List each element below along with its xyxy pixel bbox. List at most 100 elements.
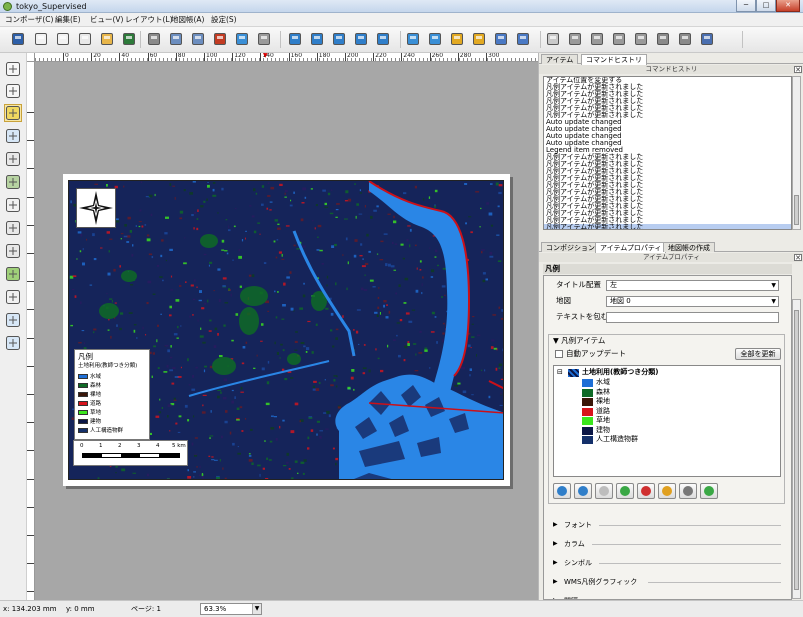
undo-icon[interactable]	[234, 31, 250, 47]
composer-canvas[interactable]: 凡例 土地利用(教師つき分類) 水域 森林 裸地 道路 草地 建物 人工構造物群 0 1 2…	[35, 62, 538, 600]
zoom-100-icon[interactable]	[309, 31, 325, 47]
tree-class-label[interactable]: 道路	[596, 407, 610, 416]
menu-view[interactable]: ビュー(V)	[89, 14, 124, 26]
north-arrow[interactable]	[76, 188, 116, 228]
add-html-icon[interactable]	[5, 335, 21, 351]
menu-edit[interactable]: 編集(E)	[54, 14, 82, 26]
add-image-icon[interactable]	[5, 174, 21, 190]
minimize-button[interactable]: ─	[736, 0, 756, 12]
collapsed-section[interactable]: ▶ フォント	[547, 519, 783, 531]
collapsed-section[interactable]: ▶ WMS凡例グラフィック	[547, 576, 783, 588]
tab-composition[interactable]: コンポジション	[541, 242, 600, 252]
pan-icon[interactable]	[5, 61, 21, 77]
add-label-icon[interactable]	[5, 197, 21, 213]
map-item[interactable]: 凡例 土地利用(教師つき分類) 水域 森林 裸地 道路 草地 建物 人工構造物群	[68, 180, 504, 480]
tree-class-label[interactable]: 人工構造物群	[596, 435, 638, 444]
raise-icon[interactable]	[493, 31, 509, 47]
atlas-print-icon[interactable]	[655, 31, 671, 47]
new-composer-icon[interactable]	[33, 31, 49, 47]
prev-feature-icon[interactable]	[589, 31, 605, 47]
add-item-icon[interactable]	[616, 483, 634, 499]
menu-composer[interactable]: コンポーザ(C)	[4, 14, 54, 26]
refresh-icon[interactable]	[375, 31, 391, 47]
unlock-icon[interactable]	[471, 31, 487, 47]
composer-manager-icon[interactable]	[77, 31, 93, 47]
properties-scrollbar[interactable]	[792, 299, 801, 599]
add-legend-icon[interactable]	[5, 220, 21, 236]
collapsed-section[interactable]: ▶ カラム	[547, 538, 783, 550]
select-move-icon[interactable]	[4, 104, 22, 122]
group-icon[interactable]	[405, 31, 421, 47]
vertical-ruler[interactable]	[27, 62, 35, 600]
duplicate-composer-icon[interactable]	[55, 31, 71, 47]
zoom-in-icon[interactable]	[331, 31, 347, 47]
map-legend[interactable]: 凡例 土地利用(教師つき分類) 水域 森林 裸地 道路 草地 建物 人工構造物群	[74, 349, 150, 440]
auto-update-checkbox[interactable]	[555, 350, 563, 358]
history-scrollbar[interactable]	[792, 76, 801, 230]
tab-atlas-generation[interactable]: 地図帳の作成	[663, 242, 715, 252]
tree-class-label[interactable]: 森林	[596, 388, 610, 397]
close-button[interactable]: ✕	[776, 0, 800, 12]
remove-item-icon[interactable]	[637, 483, 655, 499]
composer-page[interactable]: 凡例 土地利用(教師つき分類) 水域 森林 裸地 道路 草地 建物 人工構造物群 0 1 2…	[63, 174, 510, 486]
tree-class-label[interactable]: 水域	[596, 378, 610, 387]
tree-class-label[interactable]: 草地	[596, 416, 610, 425]
first-feature-icon[interactable]	[567, 31, 583, 47]
horizontal-ruler[interactable]: 0 20 40 60 80 100 120 140 160 180 200 220 240 260 280 3…	[35, 53, 538, 62]
add-scalebar-icon[interactable]	[5, 243, 21, 259]
atlas-preview-icon[interactable]	[545, 31, 561, 47]
close-history-icon[interactable]: ✕	[794, 66, 802, 74]
zoom-out-icon[interactable]	[353, 31, 369, 47]
export-svg-icon[interactable]	[190, 31, 206, 47]
filter-icon[interactable]	[700, 483, 718, 499]
tab-command-history[interactable]: コマンドヒストリ	[581, 54, 647, 65]
tree-class-label[interactable]: 裸地	[596, 397, 610, 406]
sum-icon[interactable]	[679, 483, 697, 499]
ungroup-icon[interactable]	[427, 31, 443, 47]
print-icon[interactable]	[146, 31, 162, 47]
add-shape-icon[interactable]	[5, 266, 21, 282]
collapsed-section[interactable]: ▶ シンボル	[547, 557, 783, 569]
zoom-tool-icon[interactable]	[5, 83, 21, 99]
tree-class-label[interactable]: 建物	[596, 426, 610, 435]
menu-atlas[interactable]: 地図帳(A)	[170, 14, 205, 26]
add-arrow-icon[interactable]	[5, 289, 21, 305]
edit-item-icon[interactable]	[658, 483, 676, 499]
export-image-icon[interactable]	[168, 31, 184, 47]
save-icon[interactable]	[10, 31, 26, 47]
last-feature-icon[interactable]	[633, 31, 649, 47]
command-history-list[interactable]: アイテム位置を変更する 凡例アイテムが更新されました 凡例アイテムが更新されました凡…	[543, 76, 792, 230]
move-up-icon[interactable]	[574, 483, 592, 499]
export-pdf-icon[interactable]	[212, 31, 228, 47]
save-template-icon[interactable]	[121, 31, 137, 47]
menu-settings[interactable]: 設定(S)	[210, 14, 238, 26]
zoom-combo[interactable]: 63.3% ▼	[200, 603, 262, 615]
move-down-icon[interactable]	[553, 483, 571, 499]
zoom-full-icon[interactable]	[287, 31, 303, 47]
next-feature-icon[interactable]	[611, 31, 627, 47]
wrap-text-input[interactable]	[606, 312, 779, 323]
map-combo[interactable]: 地図 0 ▼	[606, 296, 779, 307]
legend-items-tree[interactable]: ⊟ 土地利用(教師つき分類) 水域 森林 裸地 道路 草地 建物 人工構造物群	[553, 365, 781, 477]
close-properties-icon[interactable]: ✕	[794, 254, 802, 262]
add-map-icon[interactable]	[5, 151, 21, 167]
tree-expand-icon[interactable]: ⊟	[557, 368, 563, 377]
add-table-icon[interactable]	[5, 312, 21, 328]
title-align-combo[interactable]: 左 ▼	[606, 280, 779, 291]
redo-icon[interactable]	[256, 31, 272, 47]
move-content-icon[interactable]	[5, 128, 21, 144]
tree-layer-name[interactable]: 土地利用(教師つき分類)	[582, 368, 658, 377]
history-item[interactable]: 凡例アイテムが更新されました	[544, 224, 791, 229]
add-group-icon[interactable]	[595, 483, 613, 499]
tab-item-properties[interactable]: アイテムプロパティ	[595, 242, 667, 253]
atlas-settings-icon[interactable]	[699, 31, 715, 47]
maximize-button[interactable]: □	[756, 0, 776, 12]
scale-bar[interactable]: 0 1 2 3 4 5 km	[73, 440, 188, 466]
align-icon[interactable]	[515, 31, 531, 47]
tab-items[interactable]: アイテム	[541, 54, 579, 64]
atlas-export-icon[interactable]	[677, 31, 693, 47]
update-all-button[interactable]: 全部を更新	[735, 348, 781, 360]
menu-layout[interactable]: レイアウト(L)	[124, 14, 174, 26]
lock-icon[interactable]	[449, 31, 465, 47]
open-folder-icon[interactable]	[99, 31, 115, 47]
